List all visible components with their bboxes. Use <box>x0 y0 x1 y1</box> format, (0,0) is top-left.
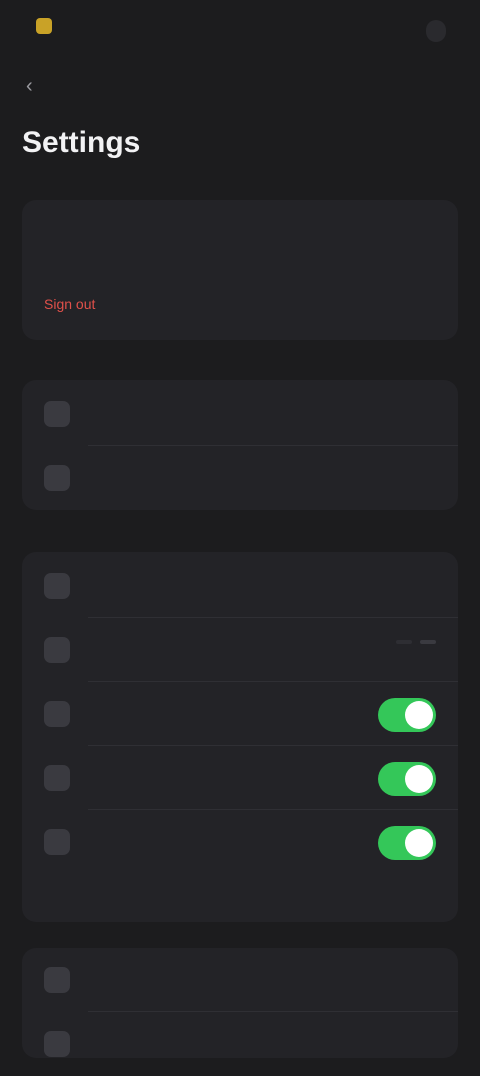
toggle-switch[interactable] <box>378 762 436 796</box>
back-chevron-icon[interactable]: ‹ <box>26 76 52 96</box>
account-card: Sign out <box>22 200 458 340</box>
brand-logo-icon <box>36 18 52 34</box>
page-title: Settings <box>22 126 141 159</box>
settings-group-general <box>22 380 458 510</box>
row-icon <box>44 401 70 427</box>
brand[interactable] <box>36 18 60 34</box>
toggle-knob <box>405 765 433 793</box>
row-icon <box>44 573 70 599</box>
row-icon <box>44 465 70 491</box>
segment-option-selected[interactable] <box>420 640 436 644</box>
top-bar <box>0 0 480 64</box>
settings-row-toggle <box>22 810 458 874</box>
toggle-switch[interactable] <box>378 826 436 860</box>
settings-row-toggle <box>22 746 458 810</box>
settings-row[interactable] <box>22 554 458 618</box>
settings-row[interactable] <box>22 382 458 446</box>
account-button[interactable] <box>426 20 446 42</box>
settings-row[interactable] <box>22 446 458 510</box>
sign-out-button[interactable]: Sign out <box>44 296 95 312</box>
toggle-switch[interactable] <box>378 698 436 732</box>
settings-group-preferences <box>22 552 458 922</box>
toggle-knob <box>405 829 433 857</box>
settings-row[interactable] <box>22 948 458 1012</box>
row-icon <box>44 701 70 727</box>
row-icon <box>44 967 70 993</box>
settings-row-toggle <box>22 682 458 746</box>
settings-row-segmented <box>22 618 458 682</box>
row-icon <box>44 765 70 791</box>
row-icon <box>44 637 70 663</box>
row-icon <box>44 1031 70 1057</box>
settings-row[interactable] <box>22 1012 458 1076</box>
segmented-control <box>396 640 436 644</box>
toggle-knob <box>405 701 433 729</box>
row-icon <box>44 829 70 855</box>
settings-group-more <box>22 948 458 1058</box>
segment-option[interactable] <box>396 640 412 644</box>
